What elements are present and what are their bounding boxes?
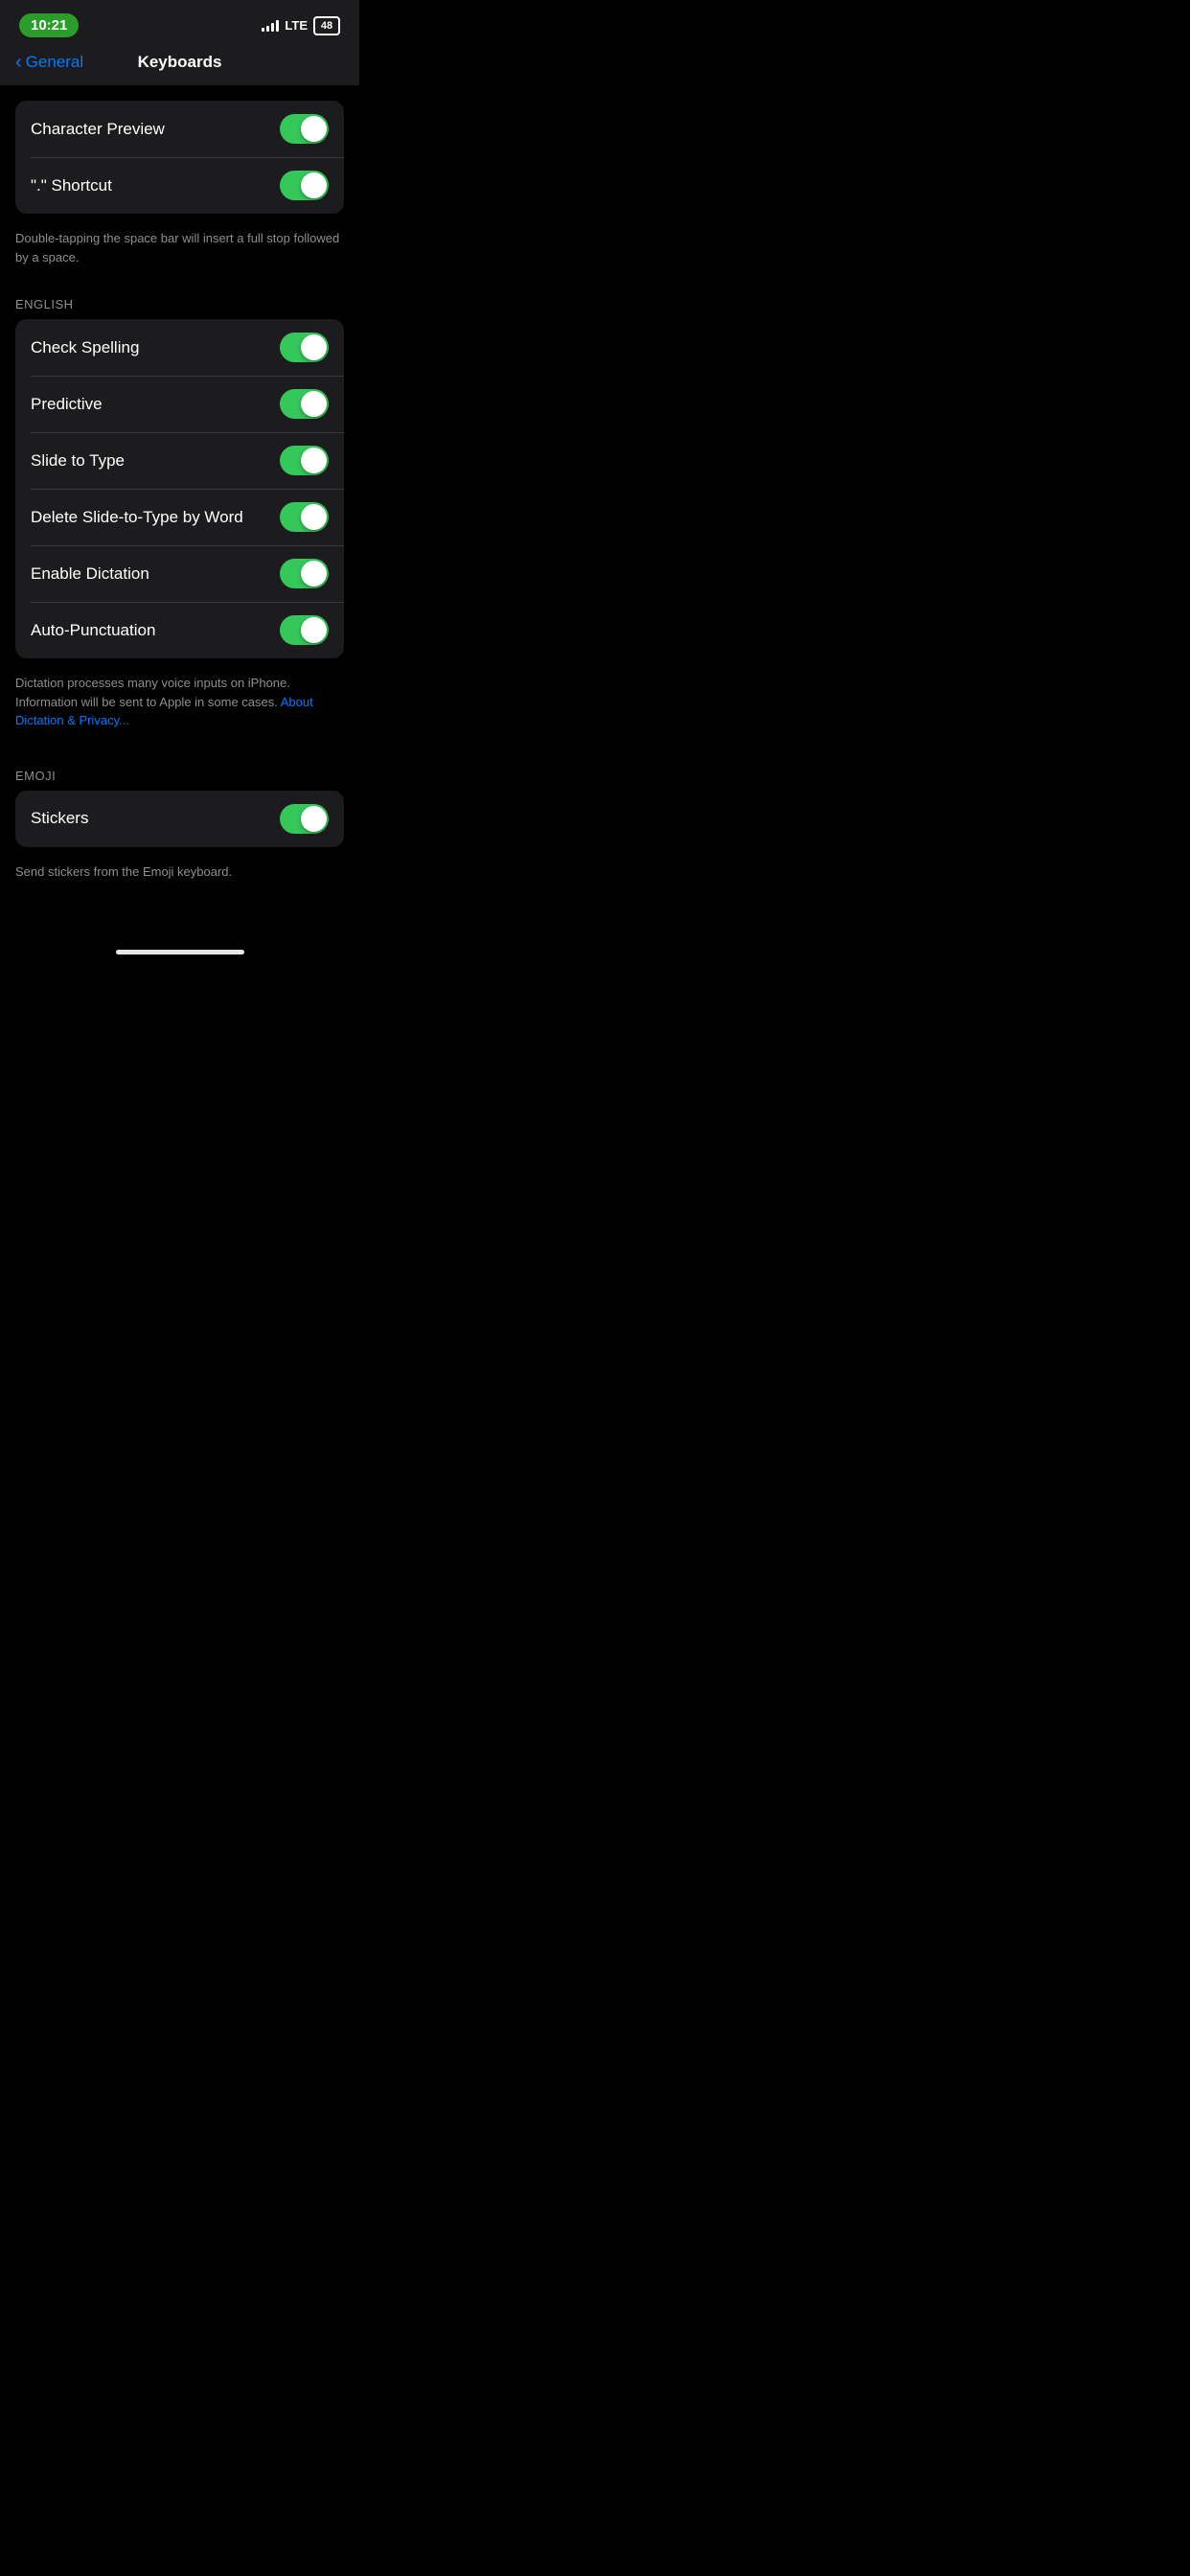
auto-punctuation-row: Auto-Punctuation [15, 602, 344, 658]
toggle-thumb [301, 617, 327, 643]
toggle-thumb [301, 391, 327, 417]
predictive-label: Predictive [31, 395, 103, 414]
emoji-settings-group: Stickers [15, 791, 344, 847]
content-area: Character Preview "." Shortcut Double-ta… [0, 85, 359, 934]
status-time: 10:21 [19, 13, 79, 37]
toggle-thumb [301, 116, 327, 142]
toggle-thumb [301, 504, 327, 530]
check-spelling-toggle[interactable] [280, 333, 329, 362]
status-bar: 10:21 LTE 48 [0, 0, 359, 43]
toggle-track [280, 615, 329, 645]
home-indicator [0, 934, 359, 970]
period-shortcut-row: "." Shortcut [15, 157, 344, 214]
slide-to-type-toggle[interactable] [280, 446, 329, 475]
enable-dictation-toggle[interactable] [280, 559, 329, 588]
auto-punctuation-toggle[interactable] [280, 615, 329, 645]
emoji-group-footer: Send stickers from the Emoji keyboard. [0, 855, 359, 897]
signal-bar-4 [276, 20, 279, 32]
stickers-toggle[interactable] [280, 804, 329, 834]
navigation-bar: ‹ General Keyboards [0, 43, 359, 85]
lte-label: LTE [285, 18, 308, 33]
signal-bar-1 [262, 28, 264, 32]
home-bar [116, 950, 244, 954]
top-spacer [0, 85, 359, 101]
check-spelling-row: Check Spelling [15, 319, 344, 376]
predictive-row: Predictive [15, 376, 344, 432]
toggle-track [280, 502, 329, 532]
english-group-footer: Dictation processes many voice inputs on… [0, 666, 359, 746]
toggle-thumb [301, 448, 327, 473]
predictive-toggle[interactable] [280, 389, 329, 419]
english-settings-group: Check Spelling Predictive Slide to Type [15, 319, 344, 658]
toggle-thumb [301, 172, 327, 198]
back-button[interactable]: ‹ General [15, 53, 83, 72]
toggle-track [280, 804, 329, 834]
toggle-thumb [301, 806, 327, 832]
delete-slide-type-toggle[interactable] [280, 502, 329, 532]
english-section-label: ENGLISH [0, 282, 359, 319]
signal-bar-2 [266, 26, 269, 32]
page-title: Keyboards [138, 53, 222, 72]
character-preview-row: Character Preview [15, 101, 344, 157]
toggle-thumb [301, 561, 327, 586]
slide-to-type-row: Slide to Type [15, 432, 344, 489]
enable-dictation-row: Enable Dictation [15, 545, 344, 602]
delete-slide-type-row: Delete Slide-to-Type by Word [15, 489, 344, 545]
battery-indicator: 48 [313, 16, 340, 35]
back-label: General [26, 53, 83, 72]
period-shortcut-label: "." Shortcut [31, 176, 112, 196]
status-right: LTE 48 [262, 16, 340, 35]
toggle-track [280, 171, 329, 200]
emoji-section-label: EMOJI [0, 753, 359, 791]
character-preview-label: Character Preview [31, 120, 165, 139]
chevron-left-icon: ‹ [15, 53, 22, 72]
toggle-track [280, 559, 329, 588]
auto-punctuation-label: Auto-Punctuation [31, 621, 155, 640]
top-group-footer: Double-tapping the space bar will insert… [0, 221, 359, 282]
signal-bar-3 [271, 23, 274, 32]
stickers-label: Stickers [31, 809, 88, 828]
toggle-track [280, 114, 329, 144]
signal-icon [262, 20, 279, 32]
enable-dictation-label: Enable Dictation [31, 564, 149, 584]
character-preview-toggle[interactable] [280, 114, 329, 144]
dictation-footer-text: Dictation processes many voice inputs on… [15, 676, 290, 709]
toggle-track [280, 389, 329, 419]
toggle-track [280, 333, 329, 362]
slide-to-type-label: Slide to Type [31, 451, 125, 471]
top-settings-group: Character Preview "." Shortcut [15, 101, 344, 214]
toggle-track [280, 446, 329, 475]
delete-slide-type-label: Delete Slide-to-Type by Word [31, 508, 243, 527]
check-spelling-label: Check Spelling [31, 338, 139, 357]
stickers-row: Stickers [15, 791, 344, 847]
period-shortcut-toggle[interactable] [280, 171, 329, 200]
toggle-thumb [301, 334, 327, 360]
